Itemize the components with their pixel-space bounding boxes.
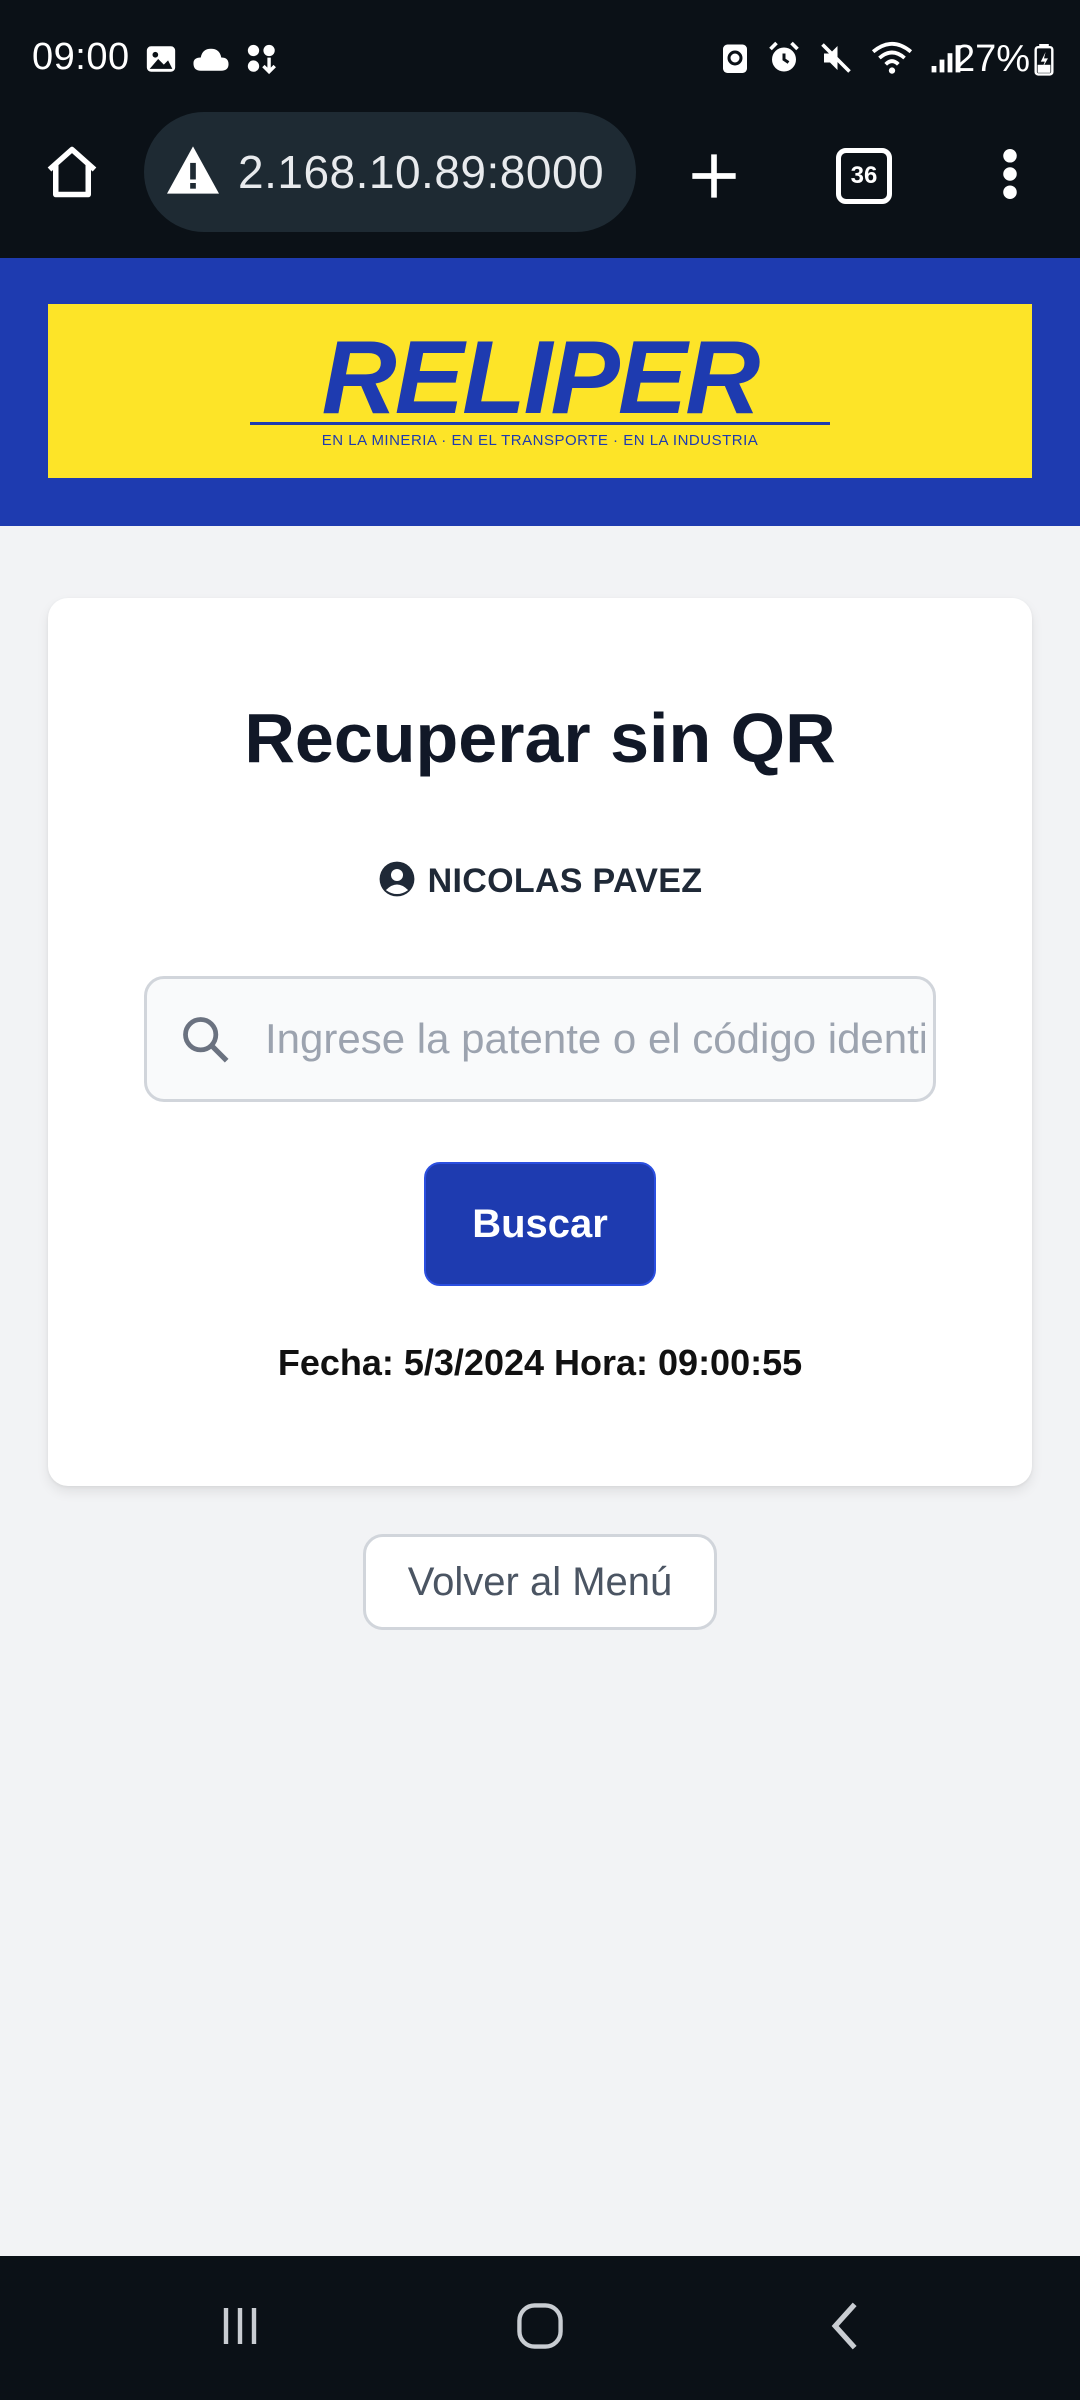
user-circle-icon [378,860,416,903]
mute-icon [818,40,854,81]
download-icon [244,42,280,81]
warning-icon [164,144,222,201]
browser-home-button[interactable] [36,138,108,210]
user-info: NICOLAS PAVEZ [48,860,1032,903]
browser-menu-button[interactable] [990,144,1030,208]
page-header: RELIPER EN LA MINERIA · EN EL TRANSPORTE… [0,258,1080,526]
reliper-logo: RELIPER EN LA MINERIA · EN EL TRANSPORTE… [48,304,1032,478]
logo-tagline: EN LA MINERIA · EN EL TRANSPORTE · EN LA… [321,432,759,449]
address-bar[interactable]: 2.168.10.89:8000 [144,112,636,232]
back-to-menu-button[interactable]: Volver al Menú [363,1534,717,1630]
page-title: Recuperar sin QR [244,699,836,777]
search-icon [179,1013,231,1070]
navigation-bar [0,2256,1080,2400]
alarm-icon [766,40,802,81]
recent-apps-button[interactable] [200,2296,280,2360]
logo-text: RELIPER [321,320,761,436]
search-button[interactable]: Buscar [424,1162,656,1286]
new-tab-button[interactable] [680,144,748,212]
recent-apps-icon [216,2302,264,2355]
data-saver-icon [720,40,750,81]
tabs-icon: 36 [836,148,892,204]
battery-percentage: 27% [953,38,1030,80]
back-nav-button[interactable] [806,2296,886,2360]
datetime-text: Fecha: 5/3/2024 Hora: 09:00:55 [277,1342,803,1383]
home-circle-icon [514,2300,566,2357]
cloud-icon [192,44,230,79]
user-name: NICOLAS PAVEZ [427,862,703,900]
tab-switcher-button[interactable]: 36 [832,144,896,208]
wifi-icon [870,40,914,81]
gallery-icon [144,42,178,81]
recover-card: Recuperar sin QR NICOLAS PAVEZ Buscar Fe… [48,598,1032,1486]
url-text: 2.168.10.89:8000 [238,146,605,198]
status-bar: 09:00 27% [0,0,1080,120]
battery-icon [1034,44,1054,81]
home-icon [42,142,102,207]
home-nav-button[interactable] [500,2296,580,2360]
logo-divider [250,422,830,425]
back-icon [822,2300,870,2357]
status-time: 09:00 [32,36,130,78]
search-field[interactable] [144,976,936,1102]
plus-icon [688,150,740,207]
more-vert-icon [1002,148,1018,205]
search-input[interactable] [265,979,925,1099]
